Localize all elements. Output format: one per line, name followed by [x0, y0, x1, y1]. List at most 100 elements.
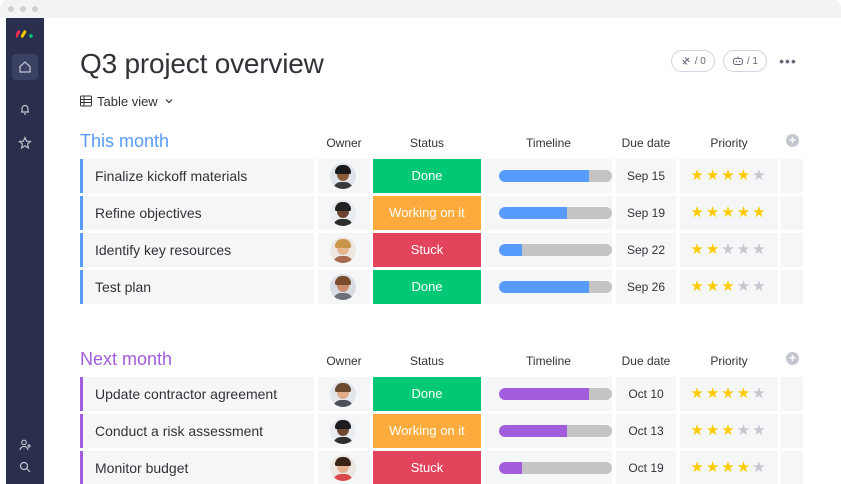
star-filled-icon[interactable]: ★ [721, 278, 736, 295]
star-filled-icon[interactable]: ★ [721, 385, 736, 402]
star-filled-icon[interactable]: ★ [706, 459, 721, 476]
star-empty-icon[interactable]: ★ [752, 278, 767, 295]
owner-cell[interactable] [318, 233, 370, 267]
table-row[interactable]: Test plan Done Sep 26 ★★★★★ [80, 270, 806, 307]
status-label[interactable]: Stuck [373, 233, 481, 267]
star-filled-icon[interactable]: ★ [721, 167, 736, 184]
column-header-priority[interactable]: Priority [680, 354, 778, 368]
star-filled-icon[interactable]: ★ [690, 385, 705, 402]
owner-cell[interactable] [318, 414, 370, 448]
item-name-cell[interactable]: Conduct a risk assessment [80, 414, 314, 448]
star-filled-icon[interactable]: ★ [690, 278, 705, 295]
star-filled-icon[interactable]: ★ [706, 422, 721, 439]
home-button[interactable] [12, 54, 38, 80]
star-filled-icon[interactable]: ★ [721, 204, 736, 221]
due-date[interactable]: Oct 19 [616, 451, 676, 484]
timeline-cell[interactable] [485, 270, 612, 304]
star-filled-icon[interactable]: ★ [706, 241, 721, 258]
column-header-due-date[interactable]: Due date [616, 136, 676, 150]
star-filled-icon[interactable]: ★ [690, 167, 705, 184]
star-empty-icon[interactable]: ★ [752, 385, 767, 402]
star-filled-icon[interactable]: ★ [737, 459, 752, 476]
avatar[interactable] [330, 163, 356, 189]
item-name-cell[interactable]: Finalize kickoff materials [80, 159, 314, 193]
due-date[interactable]: Sep 15 [616, 159, 676, 193]
table-row[interactable]: Identify key resources Stuck Sep 22 ★★★★★ [80, 233, 806, 270]
priority-rating[interactable]: ★★★★★ [680, 270, 778, 304]
owner-cell[interactable] [318, 270, 370, 304]
star-filled-icon[interactable]: ★ [752, 204, 767, 221]
integrations-button[interactable]: / 0 [670, 50, 715, 72]
status-label[interactable]: Done [373, 159, 481, 193]
star-filled-icon[interactable]: ★ [737, 204, 752, 221]
priority-rating[interactable]: ★★★★★ [680, 196, 778, 230]
priority-rating[interactable]: ★★★★★ [680, 377, 778, 411]
star-filled-icon[interactable]: ★ [690, 241, 705, 258]
item-name-cell[interactable]: Refine objectives [80, 196, 314, 230]
status-label[interactable]: Stuck [373, 451, 481, 484]
star-empty-icon[interactable]: ★ [721, 241, 736, 258]
table-row[interactable]: Conduct a risk assessment Working on it Oc… [80, 414, 806, 451]
group-title[interactable]: This month [80, 131, 169, 152]
add-column-icon[interactable]: + [786, 134, 799, 147]
star-filled-icon[interactable]: ★ [721, 459, 736, 476]
star-filled-icon[interactable]: ★ [690, 422, 705, 439]
owner-cell[interactable] [318, 159, 370, 193]
avatar[interactable] [330, 455, 356, 481]
table-row[interactable]: Monitor budget Stuck Oct 19 ★★★★★ [80, 451, 806, 484]
star-empty-icon[interactable]: ★ [737, 241, 752, 258]
add-column-icon[interactable]: + [786, 352, 799, 365]
priority-rating[interactable]: ★★★★★ [680, 451, 778, 484]
avatar[interactable] [330, 200, 356, 226]
priority-rating[interactable]: ★★★★★ [680, 233, 778, 267]
item-name-cell[interactable]: Test plan [80, 270, 314, 304]
star-filled-icon[interactable]: ★ [737, 167, 752, 184]
priority-rating[interactable]: ★★★★★ [680, 414, 778, 448]
item-name-cell[interactable]: Update contractor agreement [80, 377, 314, 411]
status-label[interactable]: Working on it [373, 196, 481, 230]
star-empty-icon[interactable]: ★ [752, 167, 767, 184]
timeline-cell[interactable] [485, 233, 612, 267]
avatar[interactable] [330, 418, 356, 444]
notifications-button[interactable] [12, 96, 38, 122]
column-header-due-date[interactable]: Due date [616, 354, 676, 368]
table-row[interactable]: Refine objectives Working on it Sep 19 ★★★★… [80, 196, 806, 233]
column-header-timeline[interactable]: Timeline [485, 136, 612, 150]
status-label[interactable]: Working on it [373, 414, 481, 448]
avatar[interactable] [330, 237, 356, 263]
table-row[interactable]: Update contractor agreement Done Oct 10 ★★★… [80, 377, 806, 414]
automations-button[interactable]: / 1 [722, 50, 767, 72]
star-filled-icon[interactable]: ★ [706, 167, 721, 184]
star-filled-icon[interactable]: ★ [737, 385, 752, 402]
column-header-priority[interactable]: Priority [680, 136, 778, 150]
item-name-cell[interactable]: Monitor budget [80, 451, 314, 484]
star-empty-icon[interactable]: ★ [752, 241, 767, 258]
due-date[interactable]: Oct 13 [616, 414, 676, 448]
avatar[interactable] [330, 274, 356, 300]
timeline-cell[interactable] [485, 451, 612, 484]
owner-cell[interactable] [318, 377, 370, 411]
timeline-cell[interactable] [485, 196, 612, 230]
owner-cell[interactable] [318, 196, 370, 230]
star-filled-icon[interactable]: ★ [706, 385, 721, 402]
star-empty-icon[interactable]: ★ [752, 422, 767, 439]
column-header-owner[interactable]: Owner [318, 136, 370, 150]
view-switcher[interactable]: Table view [80, 92, 175, 110]
star-filled-icon[interactable]: ★ [721, 422, 736, 439]
due-date[interactable]: Oct 10 [616, 377, 676, 411]
star-empty-icon[interactable]: ★ [737, 422, 752, 439]
star-filled-icon[interactable]: ★ [690, 459, 705, 476]
search-button[interactable] [12, 454, 38, 480]
table-row[interactable]: Finalize kickoff materials Done Sep 15 ★★★★… [80, 159, 806, 196]
favorites-button[interactable] [12, 130, 38, 156]
star-empty-icon[interactable]: ★ [737, 278, 752, 295]
column-header-owner[interactable]: Owner [318, 354, 370, 368]
timeline-cell[interactable] [485, 377, 612, 411]
timeline-cell[interactable] [485, 159, 612, 193]
item-name-cell[interactable]: Identify key resources [80, 233, 314, 267]
owner-cell[interactable] [318, 451, 370, 484]
priority-rating[interactable]: ★★★★★ [680, 159, 778, 193]
column-header-status[interactable]: Status [373, 354, 481, 368]
star-filled-icon[interactable]: ★ [706, 278, 721, 295]
timeline-cell[interactable] [485, 414, 612, 448]
